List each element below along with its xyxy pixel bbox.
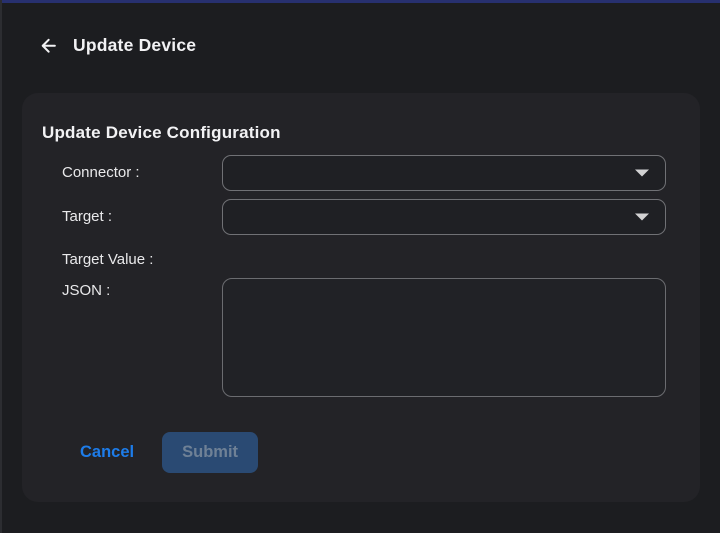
json-row: JSON :: [42, 278, 666, 397]
json-label: JSON :: [62, 278, 222, 300]
arrow-left-icon: [39, 36, 58, 55]
connector-label: Connector :: [62, 155, 222, 182]
submit-button[interactable]: Submit: [162, 432, 258, 473]
target-value-label: Target Value :: [62, 247, 222, 269]
page-title: Update Device: [73, 35, 196, 56]
update-device-card: Update Device Configuration Connector : …: [22, 93, 700, 502]
target-row: Target :: [42, 199, 666, 235]
header: Update Device: [38, 34, 720, 56]
form-actions: Cancel Submit: [80, 432, 666, 473]
chevron-down-icon: [635, 208, 649, 226]
target-value-row: Target Value :: [42, 247, 666, 265]
connector-row: Connector :: [42, 155, 666, 191]
json-input[interactable]: [222, 278, 666, 397]
connector-select[interactable]: [222, 155, 666, 191]
chevron-down-icon: [635, 164, 649, 182]
card-heading: Update Device Configuration: [42, 122, 666, 143]
target-label: Target :: [62, 199, 222, 226]
back-button[interactable]: [38, 35, 58, 55]
target-select[interactable]: [222, 199, 666, 235]
cancel-button[interactable]: Cancel: [80, 443, 134, 462]
top-accent-strip: [2, 0, 720, 3]
